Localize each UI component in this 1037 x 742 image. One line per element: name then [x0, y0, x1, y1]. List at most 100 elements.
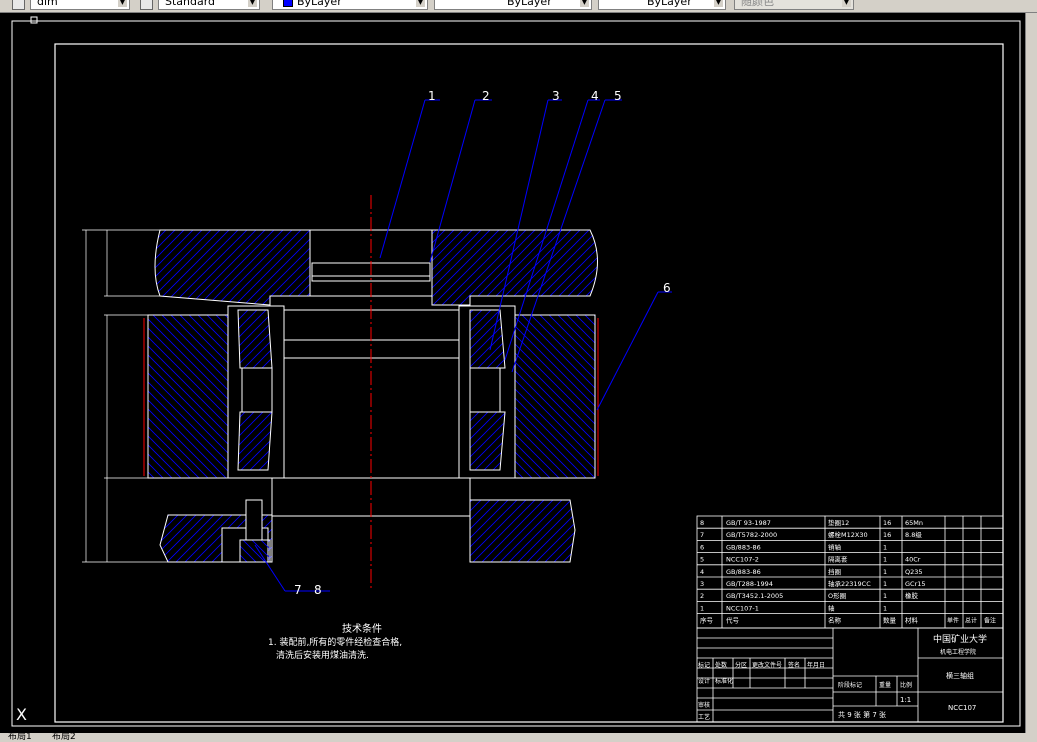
bom-cell-qty: 1: [883, 580, 887, 588]
chevron-down-icon[interactable]: ▼: [118, 0, 127, 7]
text-style-dropdown[interactable]: Standard ▼: [158, 0, 260, 10]
change-doc-label: 更改文件号: [752, 661, 782, 669]
bom-header-name: 名称: [828, 616, 842, 625]
text-style-icon[interactable]: [140, 0, 153, 10]
sheet-count: 共 9 张 第 7 张: [838, 710, 886, 719]
bom-cell-code: GB/T288-1994: [726, 580, 773, 588]
signature-label: 签名: [788, 661, 800, 669]
bom-cell-mat: 8.8级: [905, 530, 922, 539]
bom-cell-name: 隔离套: [828, 555, 848, 564]
mark-label: 标记: [698, 661, 710, 669]
bom-header-code: 代号: [726, 616, 740, 625]
bom-cell-name: 销轴: [828, 542, 842, 551]
text-style-value: Standard: [165, 0, 216, 8]
bom-cell-qty: 1: [883, 604, 887, 612]
bom-cell-code: GB/T5782-2000: [726, 531, 777, 539]
balloon-7: 7: [294, 583, 302, 597]
bom-cell-qty: 1: [883, 543, 887, 551]
bom-header-total_weight: 总计: [965, 617, 977, 625]
bom-cell-qty: 1: [883, 568, 887, 576]
standardize-label: 标准化: [715, 677, 733, 685]
bom-rows: 8 GB/T 93-1987 垫圈12 16 65Mn7 GB/T5782-2000 螺栓M…: [697, 518, 1003, 625]
chevron-down-icon[interactable]: ▼: [580, 0, 589, 7]
count-label: 处数: [715, 661, 727, 669]
linetype-value: ByLayer: [507, 0, 552, 8]
balloon-2: 2: [482, 89, 490, 103]
bom-cell-no: 1: [700, 604, 704, 612]
bom-cell-mat: 65Mn: [905, 519, 923, 527]
bom-header-unit_weight: 单件: [947, 617, 959, 625]
bom-cell-code: GB/T 93-1987: [726, 519, 771, 527]
bom-header-remark: 备注: [984, 617, 996, 625]
bom-header-mat: 材料: [905, 616, 919, 625]
bom-cell-mat: Q235: [905, 568, 923, 576]
drawing-name: 横三轴组: [946, 671, 974, 680]
bom-cell-no: 4: [700, 568, 704, 576]
review-label: 审核: [698, 701, 710, 709]
tab-layout1[interactable]: 布局1: [8, 733, 32, 742]
bom-cell-no: 8: [700, 519, 704, 527]
balloon-5: 5: [614, 89, 622, 103]
bom-cell-qty: 1: [883, 592, 887, 600]
chevron-down-icon[interactable]: ▼: [842, 0, 851, 7]
bom-cell-qty: 16: [883, 531, 891, 539]
bom-cell-no: 5: [700, 556, 704, 564]
color-dropdown[interactable]: ByLayer ▼: [272, 0, 428, 10]
bom-cell-no: 2: [700, 592, 704, 600]
bom-cell-name: 挡圈: [828, 567, 841, 576]
tech-req-title: 技术条件: [342, 622, 382, 635]
bom-cell-mat: GCr15: [905, 580, 926, 588]
bom-cell-no: 6: [700, 543, 704, 551]
dim-style-value: dim: [37, 0, 58, 8]
designer-label: 设计: [698, 677, 710, 685]
layout-tabs: 布局1 布局2: [0, 733, 1037, 742]
bom-cell-code: NCC107-2: [726, 556, 759, 564]
title-block-text: 中国矿业大学 机电工程学院 横三轴组 NCC107 阶段标记 重量 比例 1:1…: [698, 633, 987, 721]
bom-cell-mat: 40Cr: [905, 556, 921, 564]
tab-layout2[interactable]: 布局2: [52, 733, 76, 742]
chevron-down-icon[interactable]: ▼: [714, 0, 723, 7]
chevron-down-icon[interactable]: ▼: [416, 0, 425, 7]
tech-req-line2: 清洗后安装用煤油清洗.: [276, 649, 369, 661]
drawing-canvas[interactable]: 1 2 3 4 5 6 7 8 技术条件 1. 装配前,所有的零件经检查合格, …: [0, 13, 1025, 733]
bom-cell-code: GB/T3452.1-2005: [726, 592, 783, 600]
dimension-style-icon[interactable]: [12, 0, 25, 10]
balloon-3: 3: [552, 89, 560, 103]
linetype-dropdown[interactable]: ByLayer ▼: [434, 0, 592, 10]
color-value: ByLayer: [297, 0, 342, 8]
bom-cell-name: 垫圈12: [828, 518, 849, 527]
lineweight-value: ByLayer: [647, 0, 692, 8]
ucs-x-label: X: [16, 705, 27, 724]
bom-cell-no: 7: [700, 531, 704, 539]
bom-cell-name: 轴: [828, 603, 835, 612]
balloon-8: 8: [314, 583, 322, 597]
bom-cell-name: 螺栓M12X30: [828, 530, 868, 539]
properties-toolbar: dim ▼ Standard ▼ ByLayer ▼ ByLayer ▼ ByL…: [0, 0, 1037, 13]
vertical-scrollbar[interactable]: [1025, 13, 1037, 733]
org-dept: 机电工程学院: [940, 648, 976, 656]
chevron-down-icon[interactable]: ▼: [248, 0, 257, 7]
bom-cell-name: O形圈: [828, 592, 846, 600]
bom-cell-code: GB/883-86: [726, 543, 761, 551]
balloon-4: 4: [591, 89, 599, 103]
process-label: 工艺: [698, 713, 710, 721]
bom-cell-qty: 16: [883, 519, 891, 527]
plot-style-dropdown[interactable]: 随颜色 ▼: [734, 0, 854, 10]
color-swatch-icon: [283, 0, 293, 7]
org-name: 中国矿业大学: [933, 633, 987, 645]
ucs-icon: X: [16, 705, 27, 724]
lineweight-dropdown[interactable]: ByLayer ▼: [598, 0, 726, 10]
bom-cell-qty: 1: [883, 556, 887, 564]
plot-style-value: 随颜色: [741, 0, 774, 8]
bom-cell-name: 轴承22319CC: [828, 579, 871, 588]
drawing-number: NCC107: [948, 704, 976, 712]
bom-cell-code: GB/883-86: [726, 568, 761, 576]
viewport-grip[interactable]: [30, 16, 38, 24]
bom-header-no: 序号: [700, 616, 714, 625]
bom-cell-no: 3: [700, 580, 704, 588]
scale-value: 1:1: [900, 696, 911, 704]
dim-style-dropdown[interactable]: dim ▼: [30, 0, 130, 10]
date-label: 年月日: [807, 661, 825, 669]
stage-label: 阶段标记: [838, 681, 862, 689]
weight-label: 重量: [879, 681, 891, 689]
